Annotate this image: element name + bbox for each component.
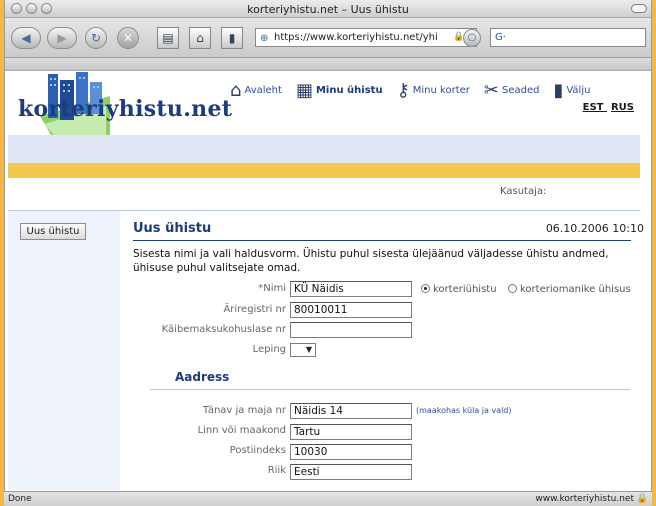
keys-icon: ⚷ bbox=[396, 80, 410, 101]
radio-unchecked-icon bbox=[508, 284, 517, 293]
vat-input[interactable] bbox=[290, 322, 412, 338]
search-input[interactable]: G· bbox=[490, 28, 646, 47]
title-divider bbox=[133, 240, 631, 241]
nav-label: Minu korter bbox=[412, 85, 470, 96]
registry-label: Äriregistri nr bbox=[223, 304, 286, 315]
registry-input[interactable]: 80010011 bbox=[290, 302, 412, 318]
back-arrow-icon: ◀ bbox=[21, 31, 31, 45]
go-button[interactable]: ○ bbox=[463, 29, 481, 47]
address-text: https://www.korteriyhistu.net/yhi bbox=[274, 32, 438, 43]
toolbar-toggle-button[interactable] bbox=[631, 4, 647, 13]
sidebar: Uus ühistu bbox=[8, 210, 120, 490]
bookmarks-icon: ▮ bbox=[228, 31, 236, 45]
stop-icon: ✕ bbox=[122, 31, 134, 45]
street-hint: (maakohas küla ja vald) bbox=[416, 406, 512, 415]
page-title: Uus ühistu bbox=[133, 221, 212, 236]
zip-input[interactable]: 10030 bbox=[290, 444, 412, 460]
bookmark-page-button[interactable]: ▤ bbox=[157, 27, 179, 49]
exit-icon: ▮ bbox=[553, 80, 564, 101]
go-icon: ○ bbox=[467, 32, 477, 43]
country-input[interactable]: Eesti bbox=[290, 464, 412, 480]
browser-toolbar: ◀ ▶ ↻ ✕ ▤ ⌂ ▮ ⊕ https://www.korteriyhist… bbox=[5, 18, 651, 58]
apartment-icon: ▦ bbox=[295, 80, 313, 101]
main-nav: ⌂ Avaleht ▦ Minu ühistu ⚷ Minu korter ✂ … bbox=[230, 80, 604, 101]
divider bbox=[120, 210, 640, 211]
tools-icon: ✂ bbox=[483, 80, 499, 101]
window-title: korteriyhistu.net – Uus ühistu bbox=[247, 3, 409, 16]
name-label: *Nimi bbox=[258, 283, 286, 294]
back-button[interactable]: ◀ bbox=[11, 27, 41, 49]
nav-item-minu-uhistu[interactable]: ▦ Minu ühistu bbox=[296, 80, 383, 101]
language-switch: EST RUS bbox=[579, 102, 634, 113]
nav-item-minu-korter[interactable]: ⚷ Minu korter bbox=[397, 80, 470, 101]
name-input[interactable]: KÜ Näidis bbox=[290, 281, 412, 297]
street-label: Tänav ja maja nr bbox=[202, 405, 286, 416]
bookmarks-bar bbox=[5, 58, 651, 71]
user-label: Kasutaja: bbox=[500, 186, 547, 197]
nav-item-valju[interactable]: ▮ Välju bbox=[553, 80, 590, 101]
home-icon: ⌂ bbox=[196, 31, 204, 45]
radio-label: korteriomanike ühisus bbox=[520, 284, 631, 295]
address-section-title: Aadress bbox=[175, 370, 230, 384]
nav-label: Välju bbox=[566, 85, 591, 96]
site-logo[interactable]: korteriyhistu.net bbox=[18, 96, 232, 122]
nav-item-avaleht[interactable]: ⌂ Avaleht bbox=[230, 80, 282, 101]
status-host: www.korteriyhistu.net bbox=[535, 494, 634, 504]
page-icon: ▤ bbox=[162, 31, 174, 45]
nav-label: Minu ühistu bbox=[315, 85, 383, 96]
zip-label: Postiindeks bbox=[229, 445, 286, 456]
street-input[interactable]: Näidis 14 bbox=[290, 403, 412, 419]
status-bar: Done www.korteriyhistu.net 🔒 bbox=[4, 491, 652, 506]
home-button[interactable]: ⌂ bbox=[189, 27, 211, 49]
lang-est-link[interactable]: EST bbox=[583, 102, 604, 113]
radio-korteriyhistu[interactable]: korteriühistu bbox=[421, 284, 497, 295]
lang-rus-link[interactable]: RUS bbox=[611, 102, 634, 113]
intro-text: Sisesta nimi ja vali haldusvorm. Ühistu … bbox=[133, 248, 609, 274]
radio-label: korteriühistu bbox=[433, 284, 497, 295]
radio-korteriomanike-uhisus[interactable]: korteriomanike ühisus bbox=[508, 284, 631, 295]
chevron-down-icon: ▼ bbox=[305, 345, 312, 354]
reload-icon: ↻ bbox=[90, 31, 102, 45]
status-text: Done bbox=[8, 494, 32, 504]
nav-item-seaded[interactable]: ✂ Seaded bbox=[484, 80, 540, 101]
nav-label: Avaleht bbox=[244, 85, 282, 96]
city-input[interactable]: Tartu bbox=[290, 424, 412, 440]
contract-select[interactable]: ▼ bbox=[290, 343, 316, 357]
radio-checked-icon bbox=[421, 284, 430, 293]
forward-button[interactable]: ▶ bbox=[47, 27, 77, 49]
address-bar[interactable]: ⊕ https://www.korteriyhistu.net/yhi 🔒 ▾ bbox=[255, 28, 477, 47]
house-icon: ⌂ bbox=[230, 80, 242, 101]
header-accent-band bbox=[8, 163, 640, 178]
secure-site-icon: ⊕ bbox=[260, 33, 269, 44]
vat-label: Käibemaksukohuslase nr bbox=[161, 324, 286, 335]
forward-arrow-icon: ▶ bbox=[57, 31, 67, 45]
page-date: 06.10.2006 10:10 bbox=[545, 222, 644, 235]
bookmarks-button[interactable]: ▮ bbox=[221, 27, 243, 49]
stop-button[interactable]: ✕ bbox=[117, 27, 139, 49]
lock-icon: 🔒 bbox=[636, 494, 648, 504]
section-divider bbox=[150, 389, 630, 390]
header-band bbox=[8, 135, 640, 163]
country-label: Riik bbox=[267, 465, 286, 476]
nav-label: Seaded bbox=[501, 85, 540, 96]
city-label: Linn või maakond bbox=[197, 425, 286, 436]
new-association-button[interactable]: Uus ühistu bbox=[20, 223, 86, 240]
reload-button[interactable]: ↻ bbox=[85, 27, 107, 49]
title-bar: korteriyhistu.net – Uus ühistu bbox=[5, 0, 651, 18]
contract-label: Leping bbox=[252, 344, 286, 355]
